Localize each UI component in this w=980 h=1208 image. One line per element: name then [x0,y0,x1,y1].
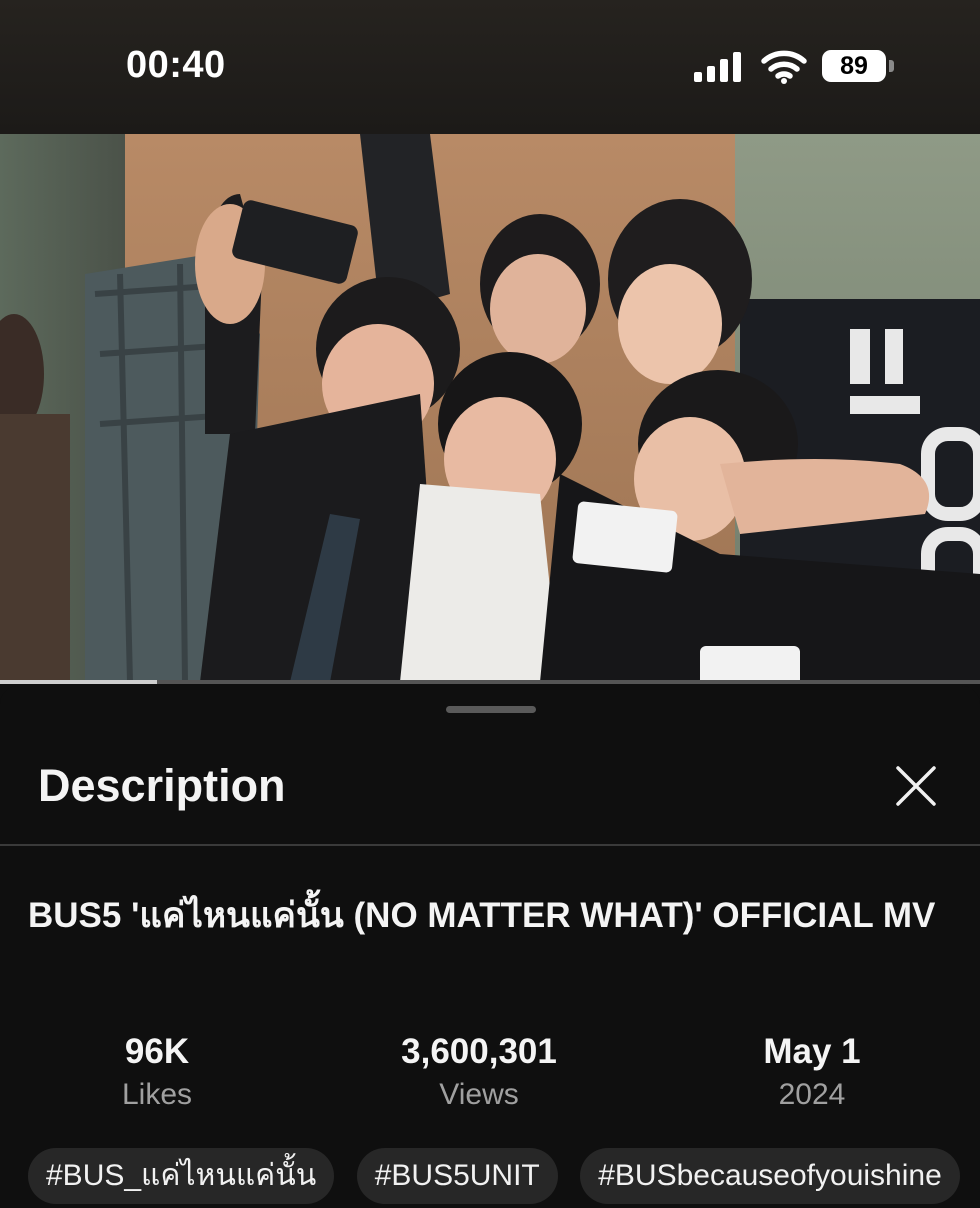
publish-year: 2024 [778,1078,846,1111]
date-stat: May 1 2024 [662,1030,962,1116]
sheet-divider [0,844,980,846]
close-button[interactable] [890,760,942,812]
video-title: BUS5 'แค่ไหนแค่นั้น (NO MATTER WHAT)' OF… [28,896,936,935]
close-icon [896,766,936,806]
hashtag-list: #BUS_แค่ไหนแค่นั้น #BUS5UNIT #BUSbecause… [28,1148,980,1208]
likes-stat: 96K Likes [7,1030,307,1116]
battery-tip [889,60,894,72]
views-count: 3,600,301 [401,1032,557,1071]
status-time: 00:40 [126,44,226,86]
hashtag-chip[interactable]: #BUSbecauseofyouishine [580,1148,960,1204]
sheet-title: Description [38,760,286,811]
video-progress-fill [0,680,157,684]
battery-level: 89 [840,51,868,80]
wifi-icon [761,50,807,84]
description-sheet: Description BUS5 'แค่ไหนแค่นั้น (NO MATT… [0,686,980,1204]
hashtag-chip[interactable]: #BUS5UNIT [356,1148,558,1204]
video-frame-image [0,134,980,682]
video-stats: 96K Likes 3,600,301 Views May 1 2024 [0,1030,980,1120]
likes-label: Likes [121,1078,193,1111]
views-label: Views [439,1078,519,1111]
status-bar: 00:40 89 [0,0,980,134]
likes-count: 96K [124,1032,190,1071]
battery-body: 89 [822,50,886,82]
video-progress-bar[interactable] [0,680,980,684]
views-stat: 3,600,301 Views [329,1030,629,1116]
video-player[interactable] [0,134,980,682]
signal-icon [694,52,741,82]
battery-icon: 89 [822,50,896,82]
hashtag-chip[interactable]: #BUS_แค่ไหนแค่นั้น [28,1148,335,1204]
sheet-drag-handle[interactable] [446,706,536,713]
publish-date: May 1 [763,1032,861,1071]
